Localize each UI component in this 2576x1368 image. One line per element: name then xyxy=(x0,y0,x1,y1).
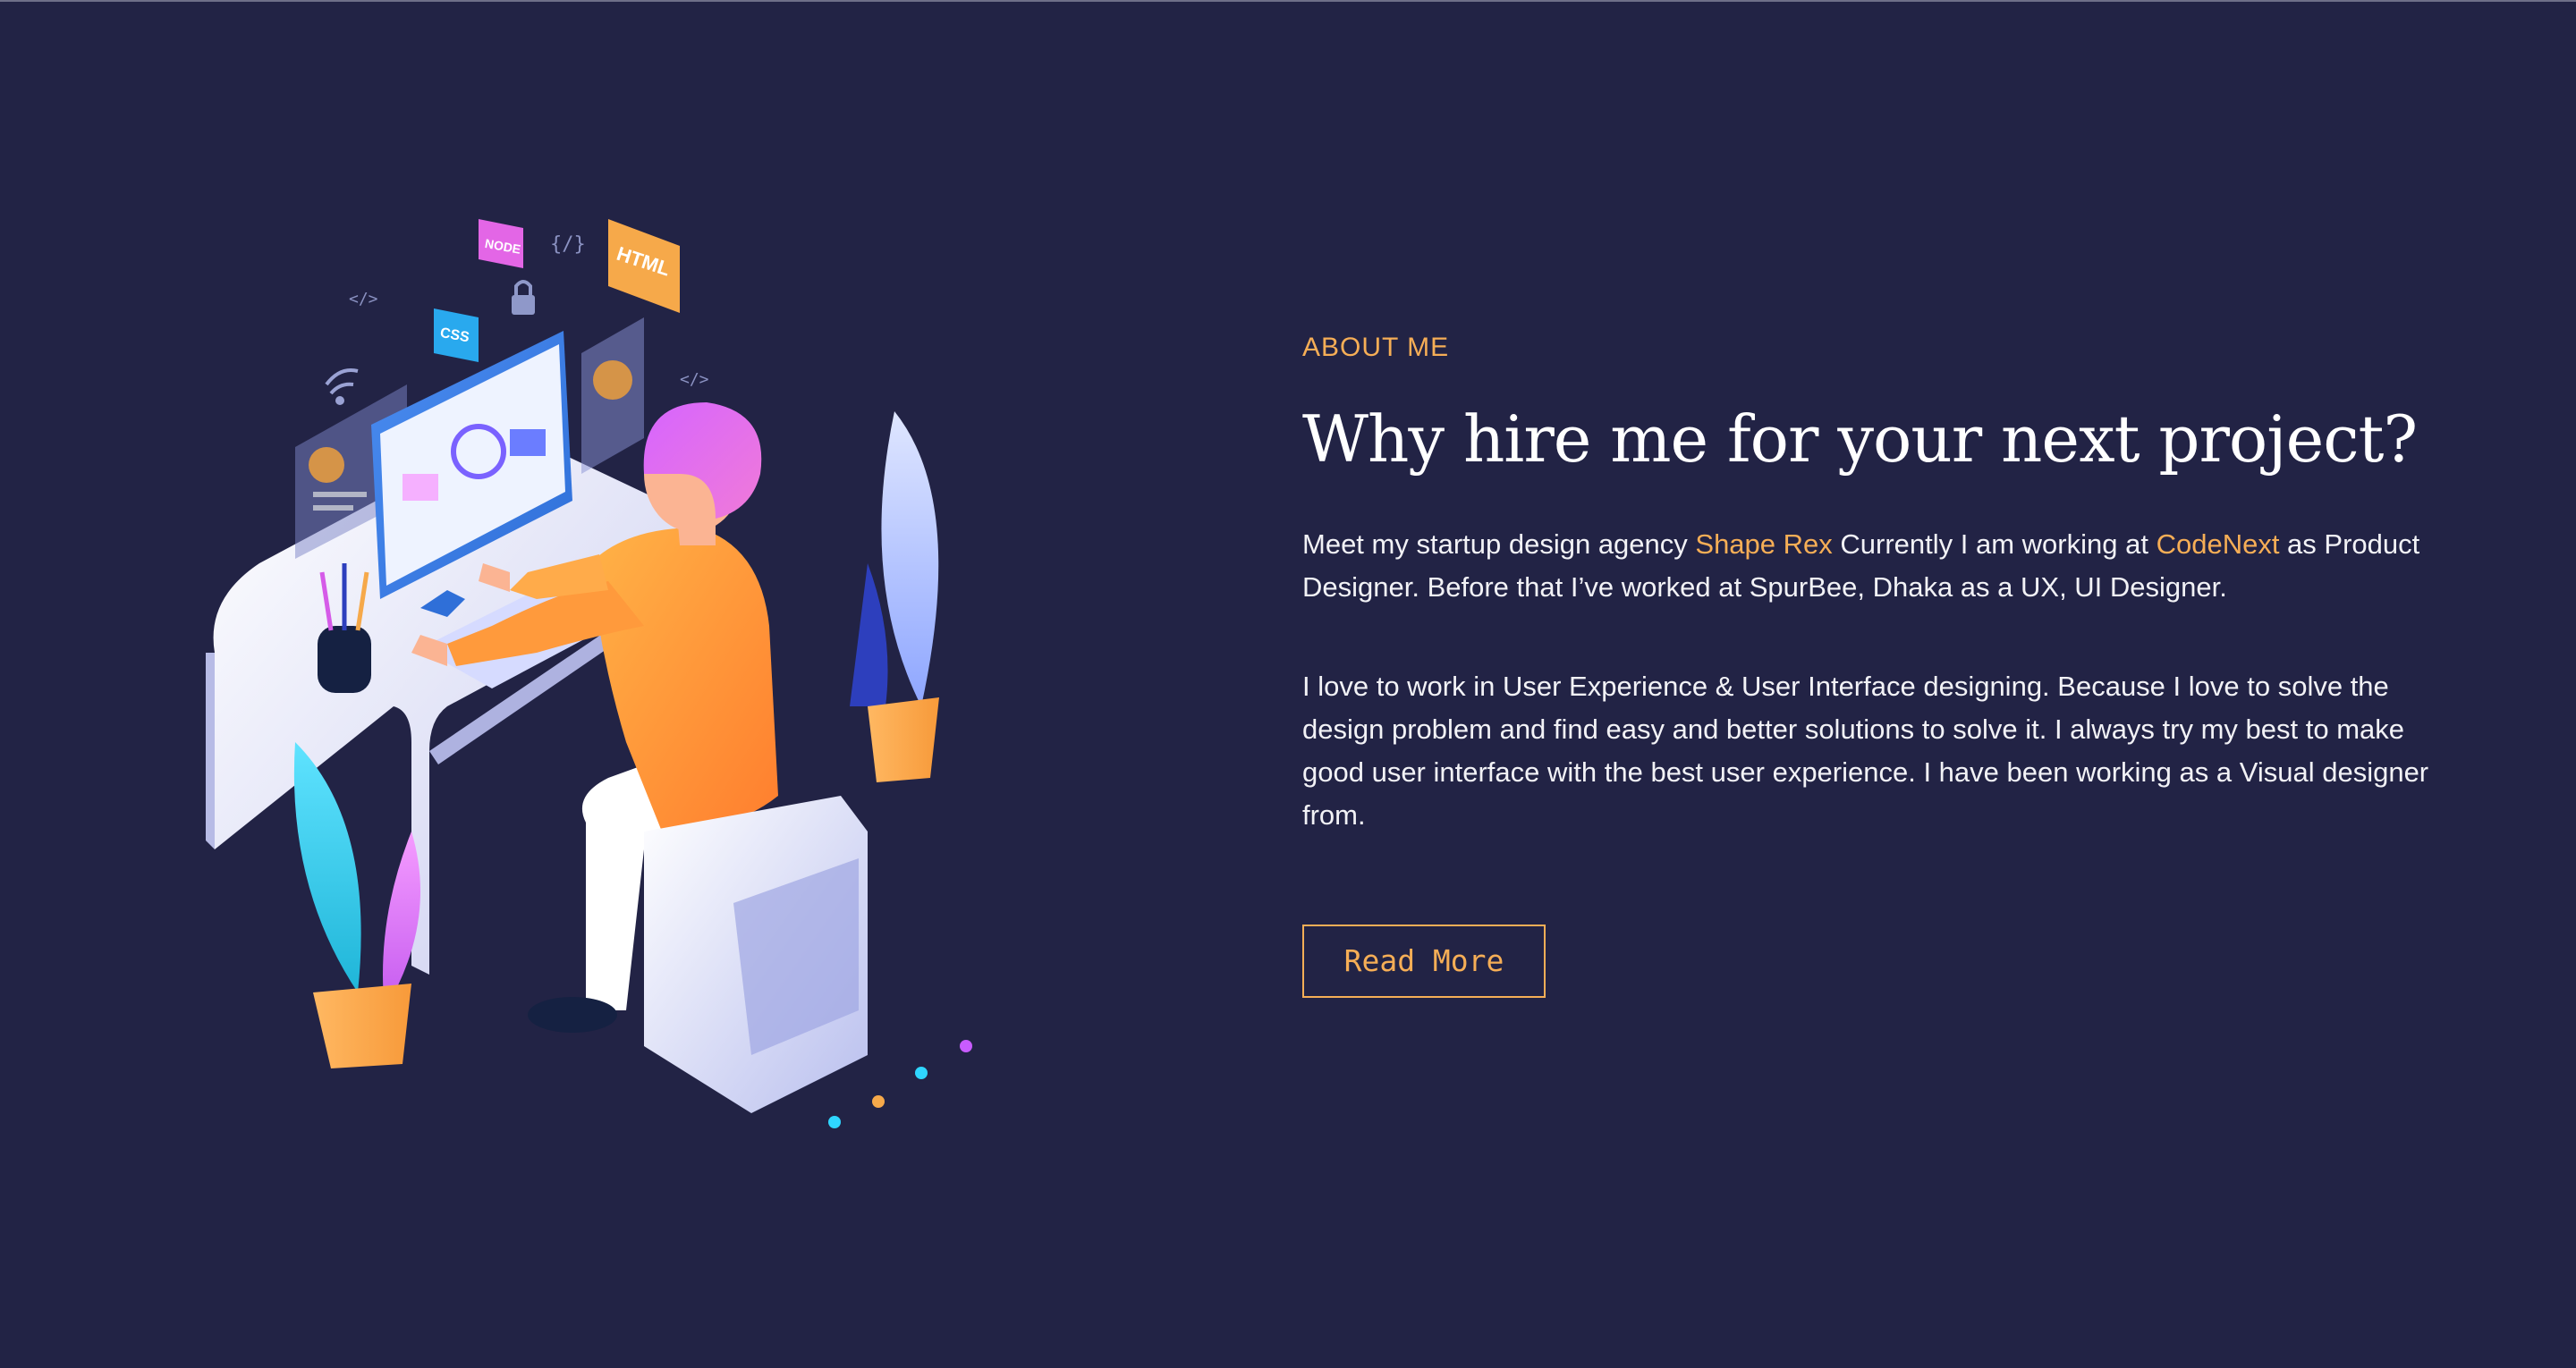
intro-text-1: Meet my startup design agency xyxy=(1302,528,1696,560)
html-tag: HTML xyxy=(608,219,680,313)
css-tag: CSS xyxy=(434,308,479,362)
shape-rex-link[interactable]: Shape Rex xyxy=(1695,528,1832,560)
lock-icon xyxy=(512,280,535,315)
code-symbol-icon: {/} xyxy=(550,233,586,256)
codenext-link[interactable]: CodeNext xyxy=(2157,528,2280,560)
section-eyebrow: ABOUT ME xyxy=(1302,333,1450,362)
developer-illustration: NODE HTML CSS </> {/} </> xyxy=(179,206,1020,1153)
section-heading: Why hire me for your next project? xyxy=(1302,401,2418,477)
read-more-button[interactable]: Read More xyxy=(1302,924,1546,998)
plant-left xyxy=(293,742,420,1068)
code-symbol-icon: </> xyxy=(349,290,378,308)
wifi-icon xyxy=(325,368,359,405)
plant-right xyxy=(850,411,939,782)
code-symbol-icon: </> xyxy=(680,370,709,389)
top-divider xyxy=(0,0,2576,2)
intro-text-2: Currently I am working at xyxy=(1832,528,2157,560)
chair xyxy=(644,796,868,1113)
description-paragraph: I love to work in User Experience & User… xyxy=(1302,670,2429,831)
intro-paragraph: Meet my startup design agency Shape Rex … xyxy=(1302,523,2429,609)
node-tag: NODE xyxy=(479,219,523,268)
about-section: ABOUT ME Why hire me for your next proje… xyxy=(1302,333,2429,998)
